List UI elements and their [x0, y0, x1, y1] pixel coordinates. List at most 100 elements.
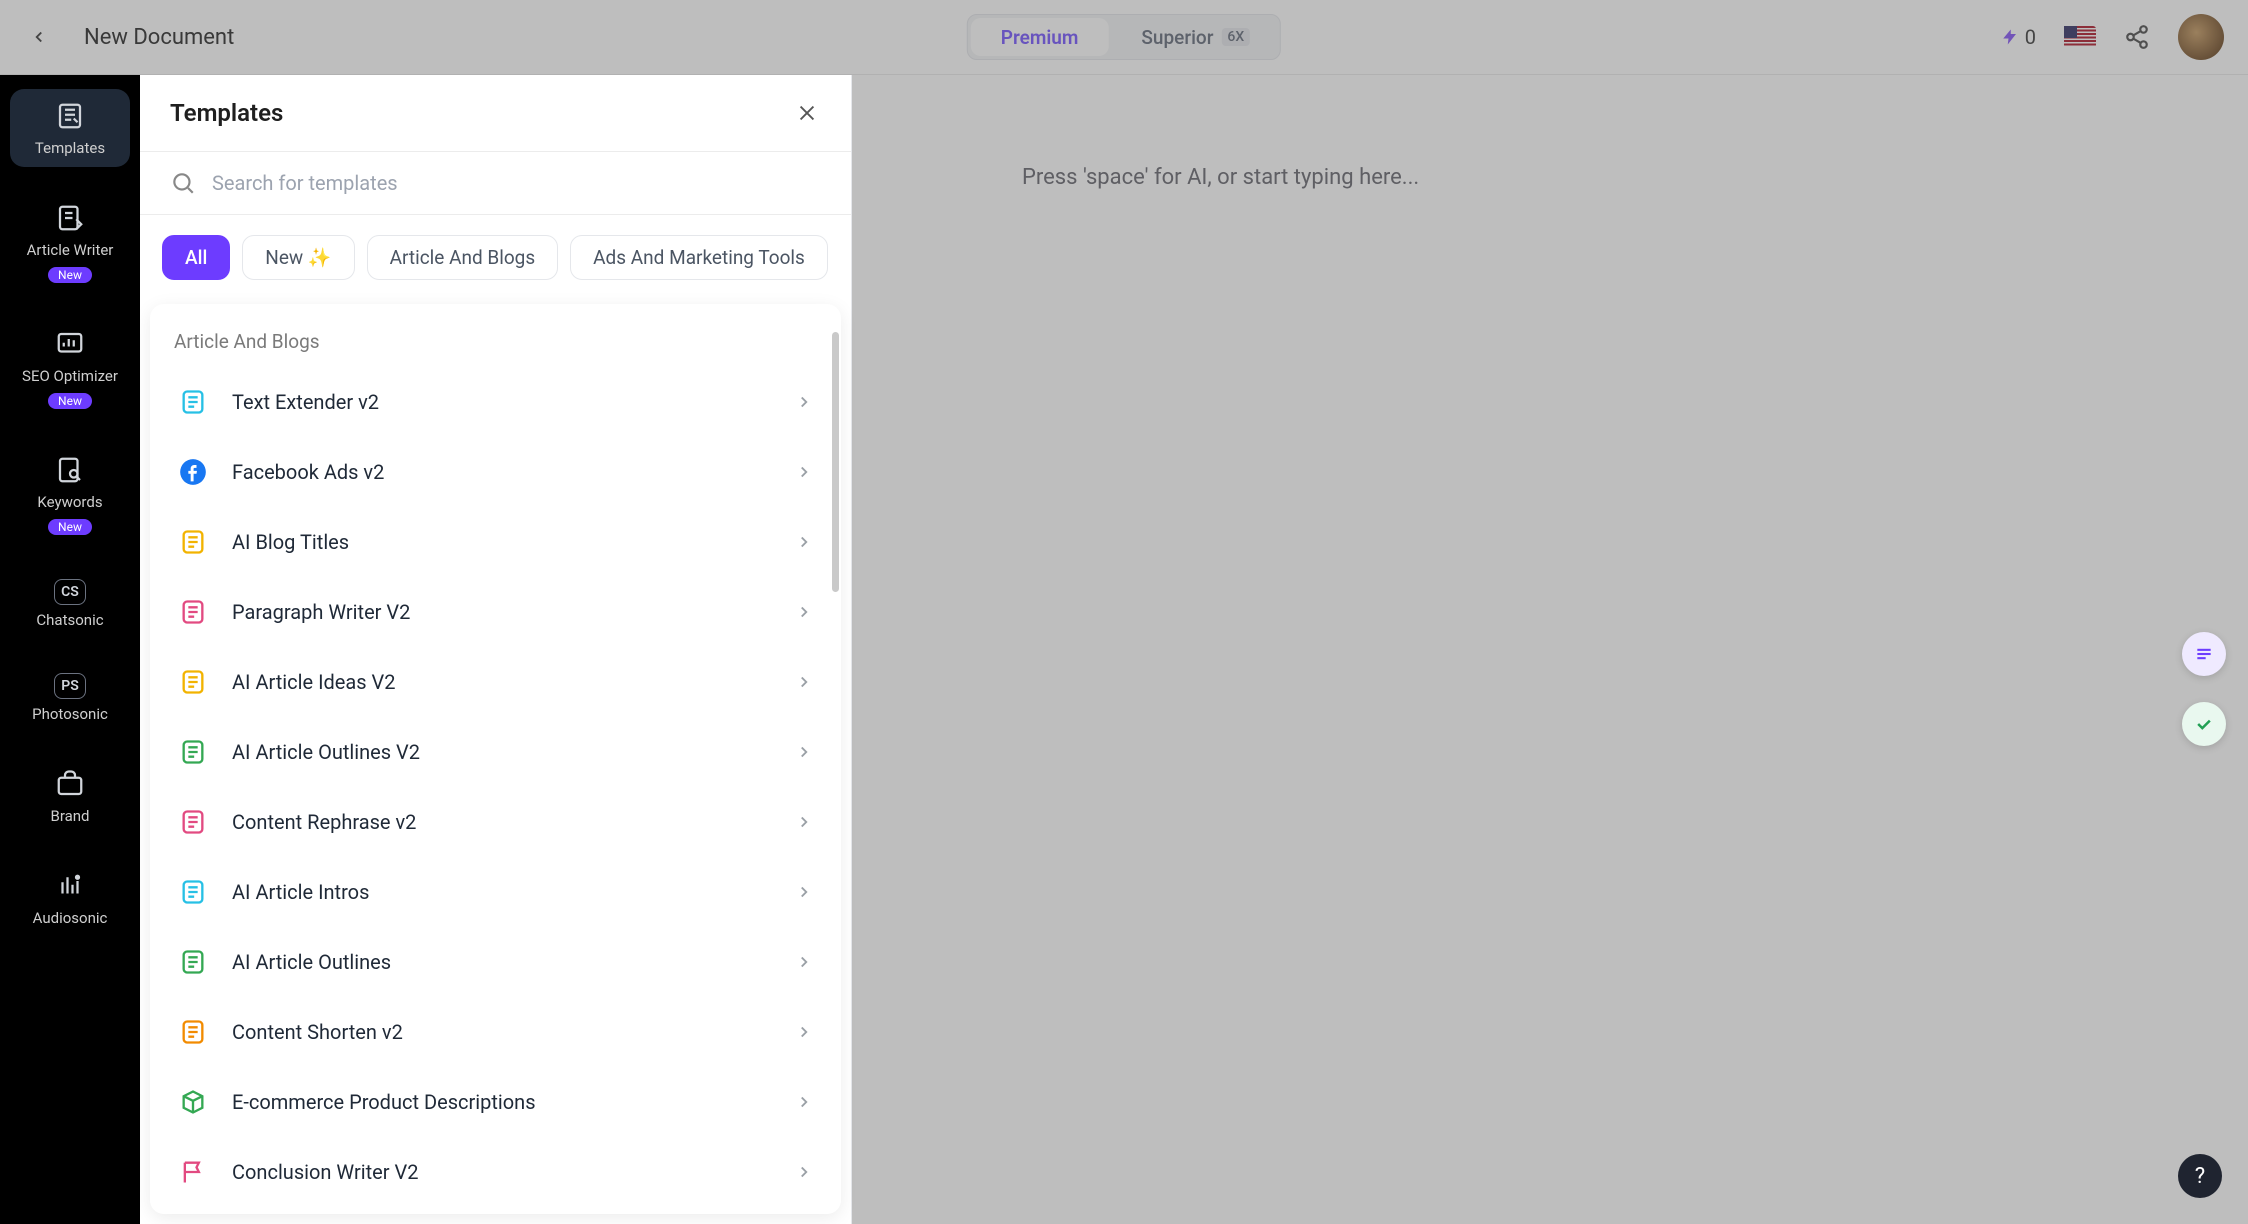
template-name: AI Article Outlines V2: [232, 740, 771, 764]
rail-item-brand[interactable]: Brand: [10, 757, 130, 835]
search-input[interactable]: [212, 171, 821, 195]
credits-counter[interactable]: 0: [2001, 25, 2036, 49]
template-icon: [178, 807, 208, 837]
editor-area[interactable]: Press 'space' for AI, or start typing he…: [852, 75, 2248, 1224]
audiosonic-icon: [53, 869, 87, 903]
filter-chip-ads-and-marketing-tools[interactable]: Ads And Marketing Tools: [570, 235, 828, 280]
chevron-right-icon: [795, 813, 813, 831]
language-flag[interactable]: [2064, 26, 2096, 48]
avatar[interactable]: [2178, 14, 2224, 60]
plan-premium-label: Premium: [1001, 26, 1079, 49]
plan-superior-badge: 6X: [1221, 28, 1250, 46]
templates-icon: [53, 99, 87, 133]
template-row[interactable]: Conclusion Writer V2: [174, 1137, 817, 1207]
chevron-right-icon: [795, 1163, 813, 1181]
template-row[interactable]: AI Article Outlines V2: [174, 717, 817, 787]
filter-chip-all[interactable]: All: [162, 235, 230, 280]
article-writer-icon: [53, 201, 87, 235]
template-row[interactable]: E-commerce Product Descriptions: [174, 1067, 817, 1137]
chevron-right-icon: [795, 673, 813, 691]
rail-item-seo-optimizer[interactable]: SEO Optimizer New: [10, 317, 130, 419]
templates-panel: Templates AllNew ✨Article And BlogsAds A…: [140, 75, 852, 1224]
filter-chip-article-and-blogs[interactable]: Article And Blogs: [367, 235, 559, 280]
chevron-right-icon: [795, 1093, 813, 1111]
rail-item-keywords[interactable]: KeywordsNew: [10, 443, 130, 545]
rail-label: SEO Optimizer: [22, 367, 118, 385]
rail-item-article-writer[interactable]: Article Writer New: [10, 191, 130, 293]
bolt-icon: [2001, 28, 2019, 46]
template-name: Facebook Ads v2: [232, 460, 771, 484]
filter-chip-new-[interactable]: New ✨: [242, 235, 354, 280]
template-icon: [178, 387, 208, 417]
template-row[interactable]: Paragraph Writer V2: [174, 577, 817, 647]
help-button[interactable]: ?: [2178, 1154, 2222, 1198]
document-title[interactable]: New Document: [84, 25, 234, 50]
template-icon: [178, 1017, 208, 1047]
template-row[interactable]: AI Article Outlines: [174, 927, 817, 997]
brand-icon: [53, 767, 87, 801]
rail-label: Chatsonic: [36, 611, 103, 629]
rail-badge-new: New: [48, 267, 92, 283]
template-name: AI Article Outlines: [232, 950, 771, 974]
rail-label: Templates: [35, 139, 105, 157]
template-name: E-commerce Product Descriptions: [232, 1090, 771, 1114]
rail-item-templates[interactable]: Templates: [10, 89, 130, 167]
rail-label: Article Writer: [27, 241, 114, 259]
close-icon: [796, 102, 818, 124]
back-button[interactable]: [24, 22, 54, 52]
template-row[interactable]: AI Article Ideas V2: [174, 647, 817, 717]
template-row[interactable]: AI Article Intros: [174, 857, 817, 927]
template-icon: [178, 947, 208, 977]
help-icon: ?: [2195, 1164, 2205, 1189]
template-row[interactable]: Content Shorten v2: [174, 997, 817, 1067]
template-icon: [178, 1087, 208, 1117]
close-panel-button[interactable]: [793, 99, 821, 127]
grammar-floater[interactable]: [2182, 702, 2226, 746]
search-row: [140, 152, 851, 215]
photosonic-icon: PS: [54, 673, 86, 699]
template-icon: [178, 737, 208, 767]
chevron-right-icon: [795, 603, 813, 621]
template-name: Content Shorten v2: [232, 1020, 771, 1044]
chatsonic-icon: CS: [54, 579, 86, 605]
template-name: Conclusion Writer V2: [232, 1160, 771, 1184]
rail-item-photosonic[interactable]: PS Photosonic: [10, 663, 130, 733]
rail-label: Keywords: [37, 493, 102, 511]
chevron-right-icon: [795, 1023, 813, 1041]
plan-premium-tab[interactable]: Premium: [971, 18, 1109, 56]
rail-label: Brand: [50, 807, 89, 825]
scrollbar-track[interactable]: [831, 304, 841, 1214]
template-row[interactable]: Content Rephrase v2: [174, 787, 817, 857]
filter-chips: All New ✨ Article And BlogsAds And Marketi…: [140, 215, 851, 304]
list-icon: [2194, 644, 2214, 664]
credits-value: 0: [2025, 25, 2036, 49]
template-name: AI Blog Titles: [232, 530, 771, 554]
template-row[interactable]: AI Blog Titles: [174, 507, 817, 577]
rail-item-chatsonic[interactable]: CS Chatsonic: [10, 569, 130, 639]
rail-item-audiosonic[interactable]: Audiosonic: [10, 859, 130, 937]
comments-floater[interactable]: [2182, 632, 2226, 676]
top-bar: New Document Premium Superior 6X 0: [0, 0, 2248, 75]
scrollbar-thumb[interactable]: [832, 332, 839, 592]
template-name: AI Article Intros: [232, 880, 771, 904]
chevron-right-icon: [795, 463, 813, 481]
rail-label: Audiosonic: [33, 909, 108, 927]
template-list: Article And Blogs Text Extender v2Facebo…: [150, 304, 841, 1214]
template-row[interactable]: Facebook Ads v2: [174, 437, 817, 507]
seo-optimizer-icon: [53, 327, 87, 361]
left-rail: Templates Article Writer New SEO Optimizer N…: [0, 75, 140, 1224]
chevron-right-icon: [795, 883, 813, 901]
editor-placeholder: Press 'space' for AI, or start typing he…: [1022, 165, 2078, 190]
share-button[interactable]: [2124, 24, 2150, 50]
chevron-right-icon: [795, 393, 813, 411]
template-row[interactable]: Text Extender v2: [174, 367, 817, 437]
rail-badge-new: New: [48, 393, 92, 409]
chevron-right-icon: [795, 953, 813, 971]
plan-toggle: Premium Superior 6X: [967, 14, 1281, 60]
rail-label: Photosonic: [32, 705, 108, 723]
plan-superior-tab[interactable]: Superior 6X: [1111, 15, 1280, 59]
template-icon: [178, 457, 208, 487]
plan-superior-label: Superior: [1141, 26, 1213, 49]
check-icon: [2194, 714, 2214, 734]
chevron-right-icon: [795, 743, 813, 761]
